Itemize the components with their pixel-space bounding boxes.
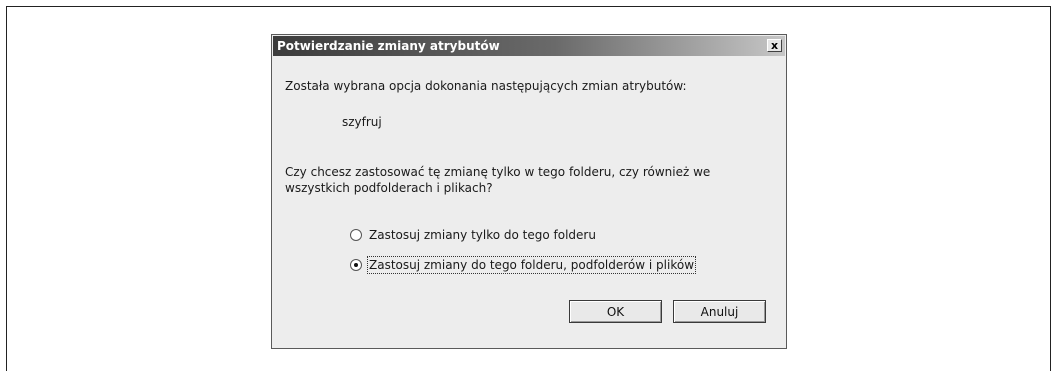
radio-button[interactable]	[350, 229, 362, 241]
close-icon[interactable]: x	[767, 39, 782, 52]
radio-label: Zastosuj zmiany do tego folderu, podfold…	[366, 256, 697, 274]
cancel-button[interactable]: Anuluj	[673, 300, 766, 323]
radio-option-folder-subfolders-files[interactable]: Zastosuj zmiany do tego folderu, podfold…	[350, 256, 697, 274]
intro-text: Została wybrana opcja dokonania następuj…	[285, 79, 687, 93]
confirm-attribute-change-dialog: Potwierdzanie zmiany atrybutów x Została…	[271, 34, 787, 349]
radio-button-selected[interactable]	[350, 259, 362, 271]
radio-label: Zastosuj zmiany tylko do tego folderu	[369, 228, 596, 242]
dialog-title: Potwierdzanie zmiany atrybutów	[277, 39, 500, 53]
radio-option-this-folder[interactable]: Zastosuj zmiany tylko do tego folderu	[350, 226, 597, 244]
attribute-change-value: szyfruj	[342, 115, 382, 129]
dialog-titlebar[interactable]: Potwierdzanie zmiany atrybutów x	[273, 36, 785, 56]
question-line-2: wszystkich podfolderach i plikach?	[285, 181, 493, 195]
question-line-1: Czy chcesz zastosować tę zmianę tylko w …	[285, 165, 711, 179]
radio-selected-dot	[354, 263, 358, 267]
ok-button[interactable]: OK	[569, 300, 662, 323]
